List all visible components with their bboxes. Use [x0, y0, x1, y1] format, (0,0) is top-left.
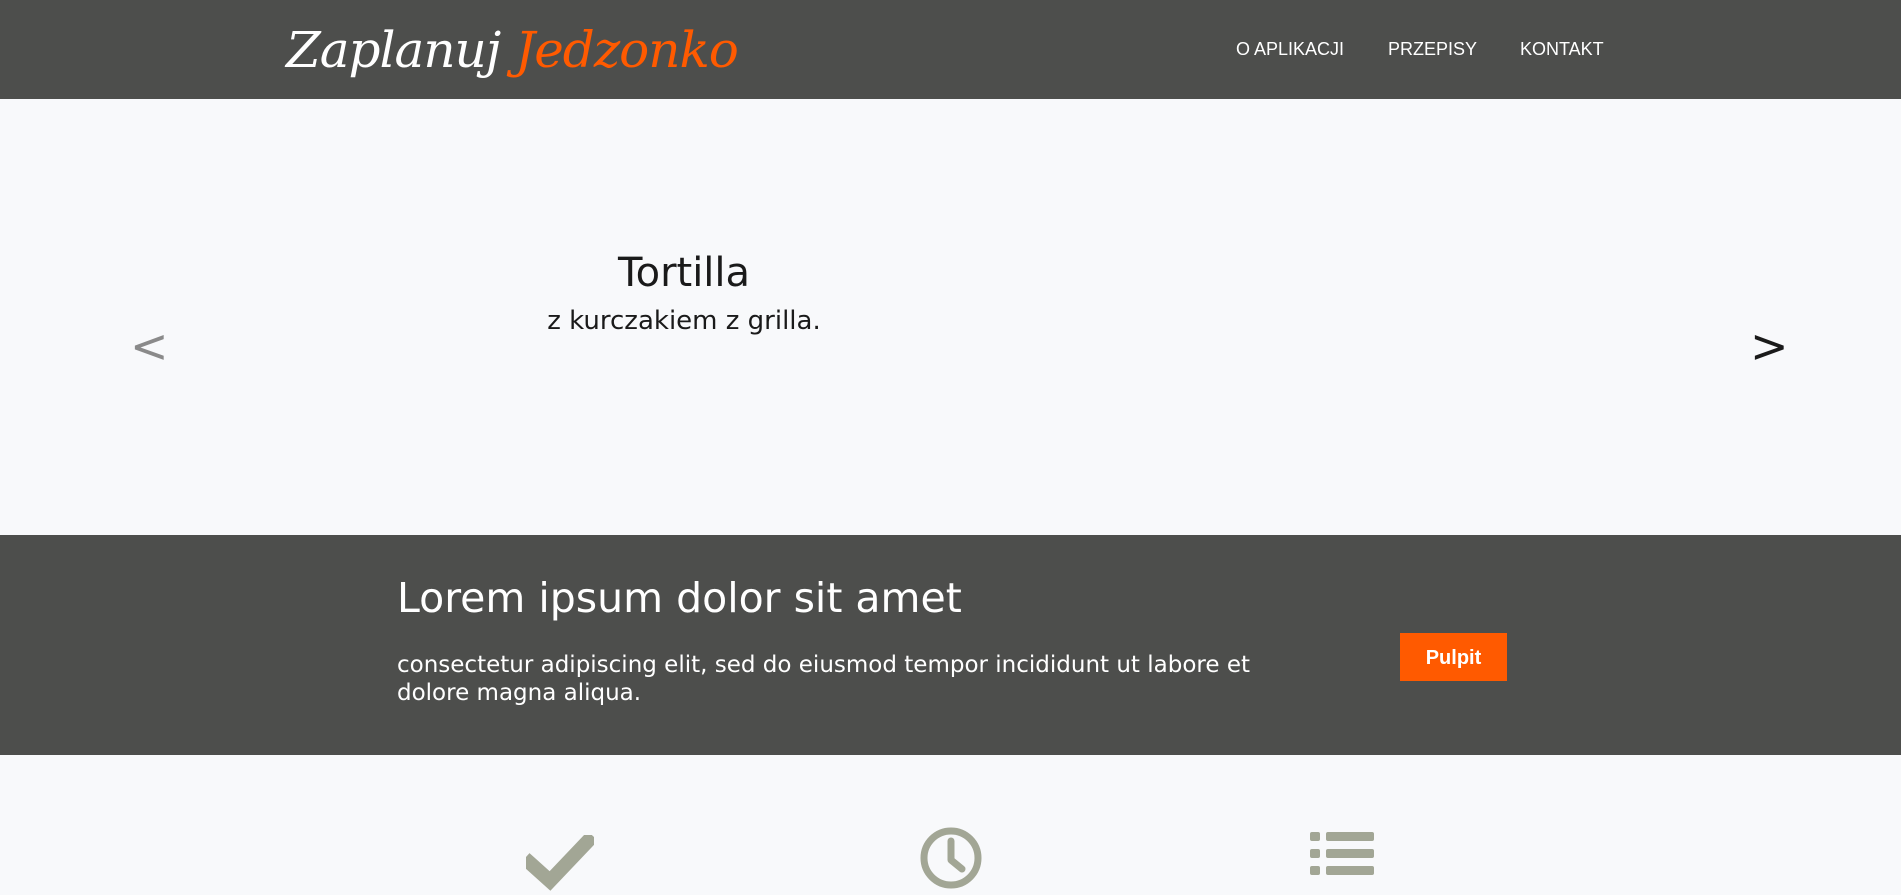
list-icon [1310, 832, 1374, 875]
clock-icon [920, 827, 982, 889]
nav-link-przepisy[interactable]: PRZEPISY [1388, 38, 1520, 60]
promo-text: consectetur adipiscing elit, sed do eius… [397, 652, 1250, 706]
carousel-prev-button[interactable]: < [130, 321, 169, 371]
main-nav: O APLIKACJI PRZEPISY KONTAKT [1236, 38, 1610, 60]
slide-subtitle: z kurczakiem z grilla. [547, 306, 821, 336]
pulpit-button[interactable]: Pulpit [1400, 633, 1507, 681]
logo-word-jedzonko: Jedzonko [515, 21, 739, 79]
nav-link-o-aplikacji[interactable]: O APLIKACJI [1236, 38, 1388, 60]
slide-title: Tortilla [617, 250, 751, 296]
recipe-carousel: < Tortilla z kurczakiem z grilla. > [0, 99, 1901, 535]
carousel-next-button[interactable]: > [1750, 321, 1789, 371]
logo[interactable]: Zaplanuj Jedzonko [286, 14, 739, 86]
nav-link-kontakt[interactable]: KONTAKT [1520, 38, 1610, 60]
promo-title: Lorem ipsum dolor sit amet [397, 574, 962, 622]
promo-band: Lorem ipsum dolor sit amet consectetur a… [0, 535, 1901, 755]
logo-word-zaplanuj: Zaplanuj [286, 21, 501, 79]
check-icon [526, 835, 594, 891]
site-header: Zaplanuj Jedzonko O APLIKACJI PRZEPISY K… [0, 0, 1901, 99]
features-section [0, 755, 1901, 891]
